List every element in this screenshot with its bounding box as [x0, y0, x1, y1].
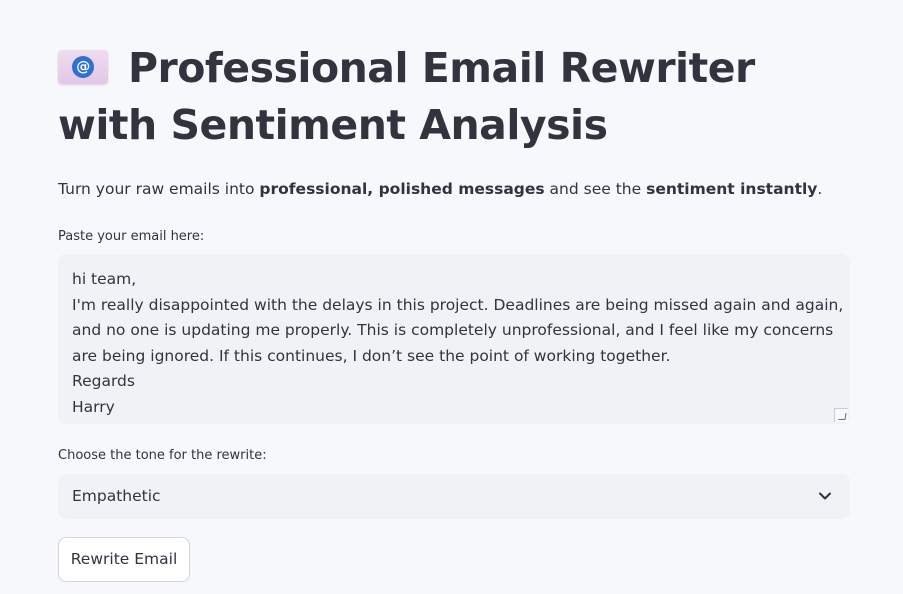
- subtitle-bold-text: sentiment instantly: [646, 180, 818, 198]
- tone-select-value: Empathetic: [72, 487, 161, 505]
- email-line: and no one is updating me properly. This…: [72, 321, 834, 339]
- envelope-at-icon: @: [58, 50, 108, 84]
- subtitle-text: and see the: [544, 180, 647, 198]
- subtitle-text: .: [817, 180, 823, 198]
- rewrite-email-button[interactable]: Rewrite Email: [58, 537, 190, 582]
- email-line: hi team,: [72, 270, 137, 288]
- resize-handle-icon[interactable]: [834, 408, 848, 422]
- tone-select[interactable]: Empathetic: [58, 474, 850, 519]
- page-title: @ Professional Email Rewriter with Sentim…: [58, 40, 858, 154]
- app-page: @ Professional Email Rewriter with Sentim…: [0, 0, 903, 594]
- email-line: are being ignored. If this continues, I …: [72, 346, 671, 365]
- subtitle-text: Turn your raw emails into: [58, 180, 260, 198]
- email-line: Harry: [72, 397, 115, 416]
- page-subtitle: Turn your raw emails into professional, …: [58, 178, 822, 200]
- at-sign-icon: @: [72, 56, 94, 78]
- subtitle-bold-text: professional, polished messages: [259, 180, 545, 198]
- email-textarea[interactable]: hi team, I'm really disappointed with th…: [58, 254, 850, 424]
- tone-select-label: Choose the tone for the rewrite:: [58, 448, 267, 463]
- email-input-label: Paste your email here:: [58, 229, 205, 244]
- header: @ Professional Email Rewriter with Sentim…: [58, 40, 858, 154]
- chevron-down-icon: [819, 492, 831, 500]
- email-line: I'm really disappointed with the delays …: [72, 295, 844, 314]
- page-title-text: Professional Email Rewriter with Sentime…: [58, 44, 755, 149]
- email-line: Regards: [72, 372, 135, 390]
